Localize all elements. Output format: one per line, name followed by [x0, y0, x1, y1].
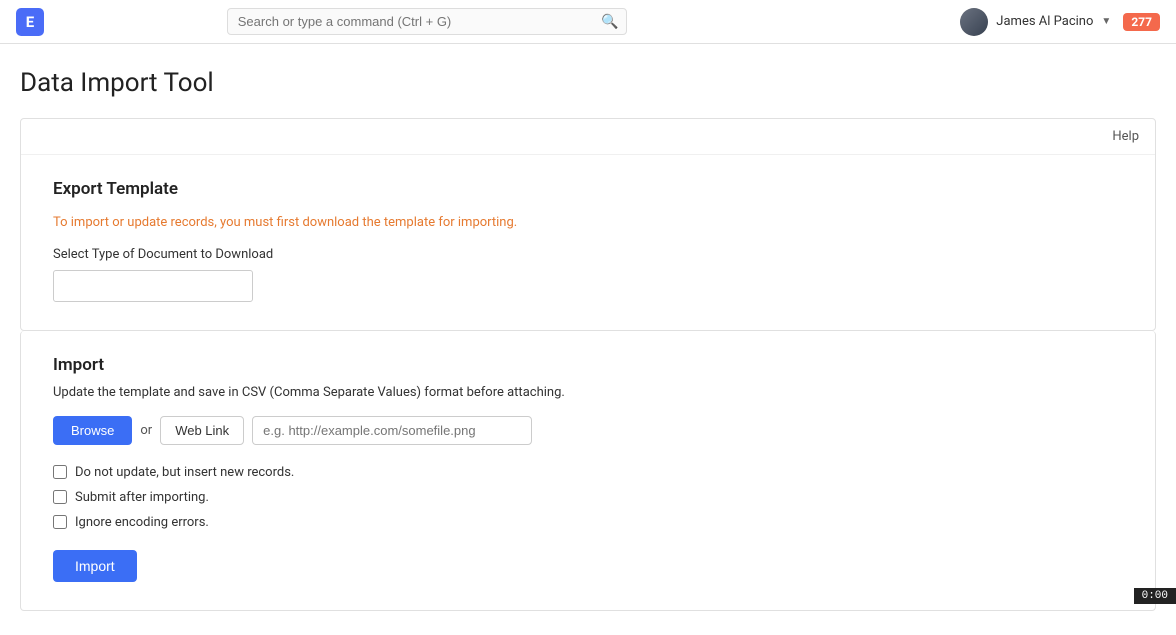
notification-badge[interactable]: 277: [1123, 13, 1160, 31]
app-logo: E: [16, 8, 44, 36]
import-button[interactable]: Import: [53, 550, 137, 582]
file-input-row: Browse or Web Link: [53, 416, 1123, 445]
submit-after-label: Submit after importing.: [75, 490, 209, 505]
bottom-time-bar: 0:00: [1134, 588, 1176, 604]
url-input[interactable]: [252, 416, 532, 445]
page-title: Data Import Tool: [20, 68, 1156, 98]
no-update-checkbox[interactable]: [53, 465, 67, 479]
ignore-encoding-label: Ignore encoding errors.: [75, 515, 209, 530]
ignore-encoding-checkbox[interactable]: [53, 515, 67, 529]
search-input[interactable]: [227, 8, 627, 35]
export-template-body: Export Template To import or update reco…: [21, 155, 1155, 330]
import-body: Import Update the template and save in C…: [21, 331, 1155, 610]
export-template-desc: To import or update records, you must fi…: [53, 213, 1123, 233]
document-type-select[interactable]: [53, 270, 253, 302]
import-section-title: Import: [53, 355, 1123, 375]
page-container: Data Import Tool Help Export Template To…: [0, 44, 1176, 635]
card-header: Help: [21, 119, 1155, 155]
export-template-card: Help Export Template To import or update…: [20, 118, 1156, 331]
select-doc-label: Select Type of Document to Download: [53, 247, 1123, 262]
avatar: [960, 8, 988, 36]
help-link[interactable]: Help: [1112, 129, 1139, 144]
import-card: Import Update the template and save in C…: [20, 331, 1156, 611]
search-bar[interactable]: 🔍: [227, 8, 627, 35]
browse-button[interactable]: Browse: [53, 416, 132, 445]
or-separator: or: [140, 423, 152, 438]
search-icon: 🔍: [601, 14, 618, 30]
user-menu[interactable]: James Al Pacino ▼: [960, 8, 1111, 36]
import-desc: Update the template and save in CSV (Com…: [53, 385, 1123, 400]
topbar-right: James Al Pacino ▼ 277: [960, 8, 1160, 36]
time-display: 0:00: [1142, 590, 1168, 602]
export-template-title: Export Template: [53, 179, 1123, 199]
checkbox-row-1: Do not update, but insert new records.: [53, 465, 1123, 480]
submit-after-checkbox[interactable]: [53, 490, 67, 504]
checkbox-row-3: Ignore encoding errors.: [53, 515, 1123, 530]
weblink-button[interactable]: Web Link: [160, 416, 244, 445]
topbar: E 🔍 James Al Pacino ▼ 277: [0, 0, 1176, 44]
dropdown-arrow-icon: ▼: [1101, 16, 1111, 27]
checkbox-row-2: Submit after importing.: [53, 490, 1123, 505]
no-update-label: Do not update, but insert new records.: [75, 465, 294, 480]
user-name: James Al Pacino: [996, 14, 1093, 29]
